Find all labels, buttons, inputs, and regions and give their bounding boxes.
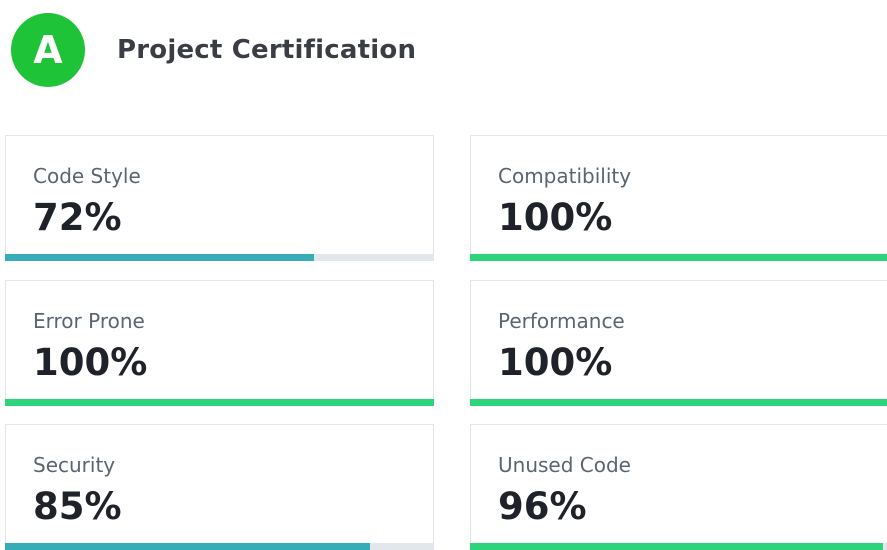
metric-value: 72% bbox=[33, 196, 122, 239]
metric-value: 85% bbox=[33, 485, 122, 528]
metric-card-performance: Performance 100% bbox=[470, 280, 887, 406]
metric-card-security: Security 85% bbox=[5, 424, 434, 550]
metric-value: 100% bbox=[33, 341, 148, 384]
metric-label: Error Prone bbox=[33, 309, 145, 333]
metric-card-code-style: Code Style 72% bbox=[5, 135, 434, 261]
metric-progress-fill bbox=[5, 399, 434, 406]
metric-value: 96% bbox=[498, 485, 587, 528]
metric-label: Performance bbox=[498, 309, 625, 333]
metric-progress-track bbox=[5, 399, 434, 406]
metric-progress-track bbox=[470, 254, 887, 261]
metric-progress-fill bbox=[470, 254, 887, 261]
metric-label: Unused Code bbox=[498, 453, 631, 477]
page-title: Project Certification bbox=[117, 35, 417, 65]
metric-card-unused-code: Unused Code 96% bbox=[470, 424, 887, 550]
grade-badge: A bbox=[11, 13, 85, 87]
metric-label: Code Style bbox=[33, 164, 141, 188]
metric-card-error-prone: Error Prone 100% bbox=[5, 280, 434, 406]
metric-progress-track bbox=[5, 254, 434, 261]
metric-progress-track bbox=[470, 399, 887, 406]
metric-progress-fill bbox=[470, 399, 887, 406]
metric-value: 100% bbox=[498, 196, 613, 239]
metric-progress-fill bbox=[5, 254, 314, 261]
metric-label: Compatibility bbox=[498, 164, 632, 188]
metric-label: Security bbox=[33, 453, 116, 477]
metric-value: 100% bbox=[498, 341, 613, 384]
metric-card-compatibility: Compatibility 100% bbox=[470, 135, 887, 261]
certification-header: A Project Certification bbox=[11, 13, 416, 87]
